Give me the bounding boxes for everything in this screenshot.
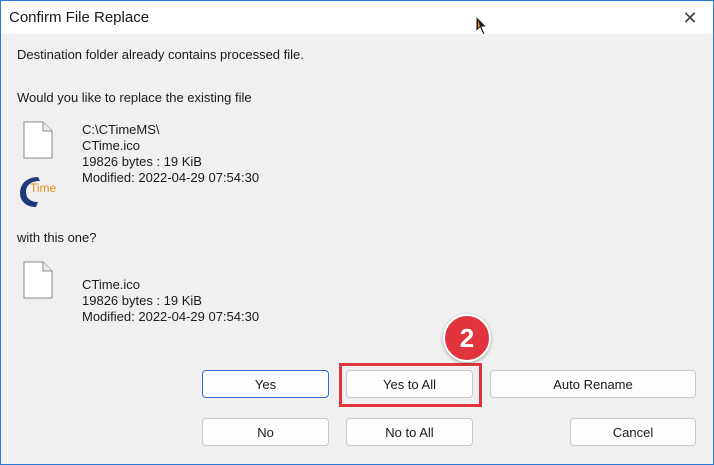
existing-file-icon <box>23 121 53 159</box>
no-button[interactable]: No <box>202 418 329 446</box>
title-bar: Confirm File Replace ✕ <box>1 1 713 34</box>
new-file-name: CTime.ico <box>82 277 141 292</box>
new-file-icon <box>23 261 53 299</box>
logo-text: Time <box>30 181 57 195</box>
with-this-text: with this one? <box>17 230 97 245</box>
auto-rename-button[interactable]: Auto Rename <box>490 370 696 398</box>
message-line: Destination folder already contains proc… <box>17 47 304 62</box>
step-number-badge: 2 <box>443 314 491 362</box>
window-title: Confirm File Replace <box>9 9 150 26</box>
new-file-size: 19826 bytes : 19 KiB <box>82 293 202 308</box>
existing-file-size: 19826 bytes : 19 KiB <box>82 154 202 169</box>
existing-file-modified: Modified: 2022-04-29 07:54:30 <box>82 170 260 185</box>
highlight-box <box>339 363 482 407</box>
confirm-file-replace-dialog: Confirm File Replace ✕ Destination folde… <box>0 0 714 465</box>
new-file-modified: Modified: 2022-04-29 07:54:30 <box>82 309 260 324</box>
question-text: Would you like to replace the existing f… <box>17 90 252 105</box>
existing-file-path: C:\CTimeMS\ <box>82 122 160 137</box>
existing-file-name: CTime.ico <box>82 138 141 153</box>
mouse-pointer-icon <box>475 15 489 36</box>
cancel-button[interactable]: Cancel <box>570 418 696 446</box>
no-to-all-button[interactable]: No to All <box>346 418 473 446</box>
close-icon[interactable]: ✕ <box>679 7 701 29</box>
yes-button[interactable]: Yes <box>202 370 329 398</box>
